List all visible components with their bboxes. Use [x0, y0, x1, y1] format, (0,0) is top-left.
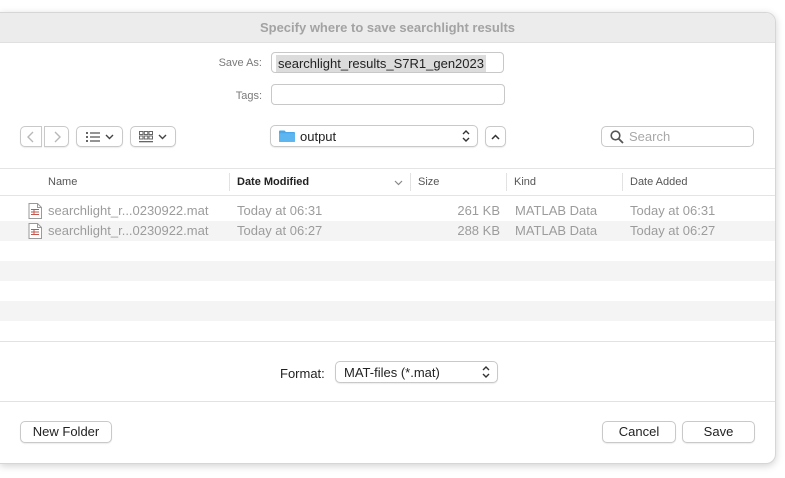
- table-row[interactable]: searchlight_r...0230922.mat Today at 06:…: [0, 221, 775, 241]
- column-header-row: Name Date Modified Size Kind Date Added: [0, 168, 775, 196]
- save-button[interactable]: Save: [682, 421, 755, 443]
- file-kind: MATLAB Data: [515, 223, 598, 238]
- format-label: Format:: [280, 366, 325, 381]
- search-input[interactable]: Search: [601, 126, 754, 147]
- folder-icon: [279, 130, 295, 142]
- file-kind: MATLAB Data: [515, 203, 598, 218]
- format-select[interactable]: MAT-files (*.mat): [335, 361, 498, 383]
- file-size: 261 KB: [457, 203, 500, 218]
- new-folder-button[interactable]: New Folder: [20, 421, 112, 443]
- chevron-down-icon: [105, 134, 113, 139]
- format-value: MAT-files (*.mat): [344, 365, 440, 380]
- tags-input[interactable]: [271, 84, 505, 105]
- chevron-down-icon: [158, 134, 167, 139]
- file-name: searchlight_r...0230922.mat: [48, 223, 209, 238]
- column-date-added[interactable]: Date Added: [630, 176, 688, 188]
- mat-file-icon: [28, 203, 42, 219]
- list-view-button[interactable]: [76, 126, 123, 147]
- column-date-modified[interactable]: Date Modified: [237, 176, 309, 188]
- column-name[interactable]: Name: [48, 176, 77, 188]
- grid-view-icon: [139, 130, 153, 142]
- cancel-button[interactable]: Cancel: [602, 421, 676, 443]
- table-row[interactable]: searchlight_r...0230922.mat Today at 06:…: [0, 201, 775, 221]
- tags-label: Tags:: [235, 90, 262, 102]
- sort-descending-icon: [394, 180, 403, 186]
- search-icon: [610, 130, 624, 144]
- column-size[interactable]: Size: [418, 176, 439, 188]
- file-date-modified: Today at 06:27: [237, 223, 323, 238]
- save-as-label: Save As:: [218, 57, 262, 69]
- file-name: searchlight_r...0230922.mat: [48, 203, 209, 218]
- column-kind[interactable]: Kind: [514, 176, 536, 188]
- list-view-icon: [85, 131, 100, 142]
- collapse-button[interactable]: [485, 126, 506, 147]
- dialog-footer: Format: MAT-files (*.mat) New Folder Can…: [0, 341, 775, 463]
- dialog-title: Specify where to save searchlight result…: [0, 13, 775, 43]
- chevron-up-icon: [491, 133, 500, 140]
- save-as-value: searchlight_results_S7R1_gen2023: [276, 55, 486, 72]
- up-down-arrows-icon: [482, 366, 490, 378]
- location-popup[interactable]: output: [270, 125, 478, 147]
- back-button[interactable]: [20, 126, 42, 147]
- grid-view-button[interactable]: [130, 126, 176, 147]
- forward-button[interactable]: [44, 126, 69, 147]
- up-down-arrows-icon: [462, 130, 470, 142]
- chevron-right-icon: [54, 131, 61, 142]
- save-as-input[interactable]: searchlight_results_S7R1_gen2023: [271, 52, 504, 73]
- file-size: 288 KB: [457, 223, 500, 238]
- file-date-modified: Today at 06:31: [237, 203, 323, 218]
- file-date-added: Today at 06:31: [630, 203, 716, 218]
- chevron-left-icon: [27, 131, 34, 142]
- file-date-added: Today at 06:27: [630, 223, 716, 238]
- mat-file-icon: [28, 223, 42, 239]
- location-label: output: [300, 129, 337, 144]
- search-placeholder: Search: [629, 129, 671, 144]
- save-dialog: Specify where to save searchlight result…: [0, 12, 776, 464]
